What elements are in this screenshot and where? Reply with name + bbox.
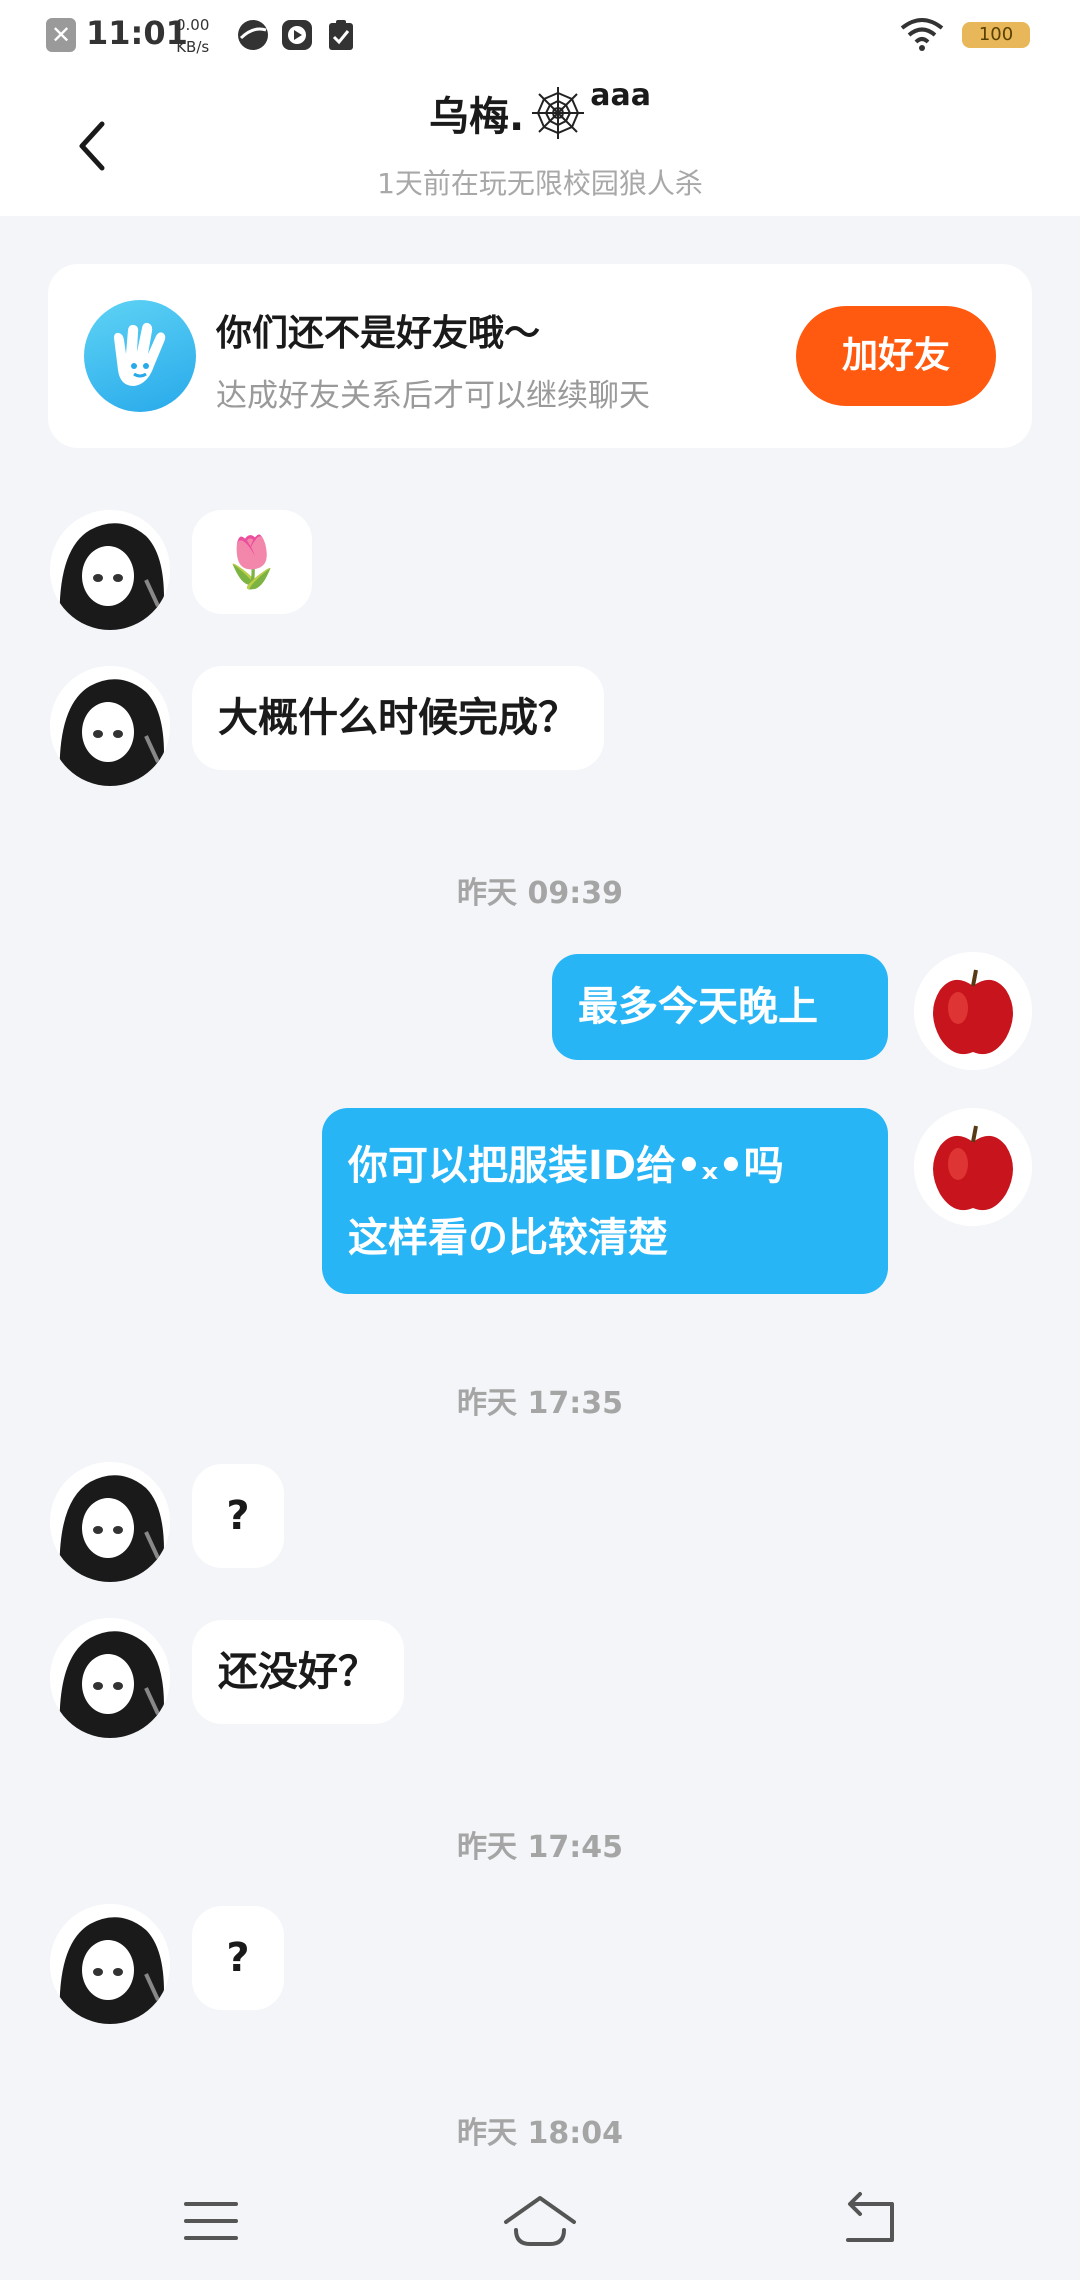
home-icon[interactable]	[500, 2186, 580, 2256]
timestamp: 昨天 17:35	[457, 1386, 623, 1421]
chat-subtitle: 1天前在玩无限校园狼人杀	[377, 167, 703, 200]
friend-card-title: 你们还不是好友哦～	[216, 313, 541, 354]
message-line: 你可以把服装ID给•ₓ•吗	[348, 1143, 784, 1189]
video-app-icon	[282, 20, 312, 50]
timestamp: 昨天 17:45	[457, 1830, 623, 1865]
timestamp: 昨天 09:39	[457, 876, 623, 911]
status-time: 11:01	[86, 14, 188, 52]
my-avatar[interactable]	[914, 1108, 1032, 1226]
back-nav-icon[interactable]	[830, 2186, 910, 2256]
message-line: 这样看の比较清楚	[348, 1215, 668, 1261]
menu-icon[interactable]	[172, 2186, 252, 2256]
contact-avatar[interactable]	[50, 1904, 170, 2024]
browser-icon	[238, 20, 268, 50]
add-friend-button[interactable]: 加好友	[796, 306, 996, 406]
chat-title-suffix: aaa	[590, 78, 651, 113]
chat-header: 乌梅. aaa 1天前在玩无限校园狼人杀	[0, 72, 1080, 216]
network-speed-value: 0.00	[176, 16, 210, 34]
timestamp: 昨天 18:04	[457, 2116, 623, 2151]
message-bubble-sent: 你可以把服装ID给•ₓ•吗 这样看の比较清楚	[322, 1108, 888, 1294]
message-bubble-received: 还没好？	[192, 1620, 404, 1724]
friend-request-card: 你们还不是好友哦～ 达成好友关系后才可以继续聊天 加好友	[48, 264, 1032, 448]
contact-avatar[interactable]	[50, 1462, 170, 1582]
friend-card-subtitle: 达成好友关系后才可以继续聊天	[216, 378, 650, 414]
message-bubble-received: 🌷	[192, 510, 312, 614]
spider-web-icon	[532, 87, 585, 139]
chat-title-name: 乌梅.	[429, 94, 525, 140]
network-speed: 0.00 KB/s	[176, 14, 209, 58]
contact-avatar[interactable]	[50, 510, 170, 630]
clipboard-check-icon	[329, 20, 353, 50]
message-bubble-received: ?	[192, 1906, 284, 2010]
message-bubble-sent: 最多今天晚上	[552, 954, 888, 1060]
message-bubble-received: ?	[192, 1464, 284, 1568]
network-speed-unit: KB/s	[176, 38, 210, 56]
wave-hand-icon	[84, 300, 196, 412]
contact-avatar[interactable]	[50, 1618, 170, 1738]
battery-indicator: 100	[962, 22, 1030, 48]
contact-avatar[interactable]	[50, 666, 170, 786]
notification-close-icon: ✕	[46, 18, 76, 52]
message-bubble-received: 大概什么时候完成？	[192, 666, 604, 770]
system-navigation-bar	[0, 2160, 1080, 2280]
chat-title: 乌梅. aaa	[0, 78, 1080, 142]
my-avatar[interactable]	[914, 952, 1032, 1070]
wifi-icon	[900, 18, 944, 51]
status-bar: ✕ 11:01 0.00 KB/s 100	[0, 0, 1080, 72]
